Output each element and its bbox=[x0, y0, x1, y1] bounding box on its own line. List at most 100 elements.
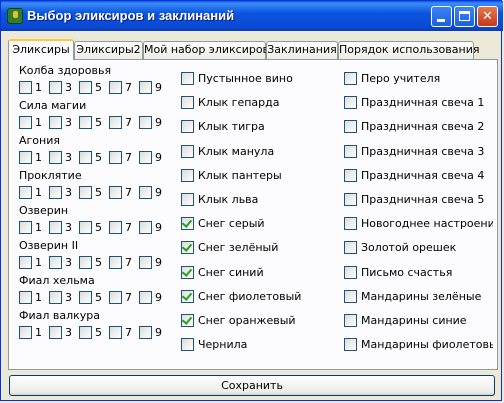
dose-checkbox-label: 1 bbox=[35, 116, 42, 129]
dose-checkbox[interactable] bbox=[109, 151, 122, 164]
dose-checkbox[interactable] bbox=[139, 81, 152, 94]
dose-checkbox[interactable] bbox=[79, 256, 92, 269]
item-checkbox[interactable] bbox=[181, 72, 194, 85]
item-checkbox[interactable] bbox=[344, 241, 357, 255]
tab-elixirs2[interactable]: Эликсиры2 bbox=[74, 41, 143, 59]
item-checkbox[interactable] bbox=[344, 168, 357, 182]
tab-my-elixir-set[interactable]: Мой набор эликсиров bbox=[143, 41, 269, 59]
dose-checkbox-label: 3 bbox=[65, 81, 72, 94]
dose-checkbox[interactable] bbox=[109, 291, 122, 304]
dose-checkbox-label: 7 bbox=[125, 186, 132, 199]
dose-checkbox-label: 9 bbox=[155, 81, 162, 94]
item-checkbox-label: Снег синий bbox=[198, 265, 264, 279]
dose-checkbox[interactable] bbox=[109, 116, 122, 129]
dose-checkbox-label: 3 bbox=[65, 291, 72, 304]
dose-checkbox[interactable] bbox=[49, 221, 62, 234]
tab-elixirs[interactable]: Эликсиры bbox=[8, 39, 74, 60]
close-icon: ✕ bbox=[482, 9, 493, 24]
title-bar[interactable]: Выбор эликсиров и заклинаний ✕ bbox=[1, 1, 503, 31]
item-checkbox[interactable] bbox=[181, 144, 194, 158]
dose-checkbox[interactable] bbox=[79, 186, 92, 199]
item-checkbox[interactable] bbox=[344, 144, 357, 158]
dose-checkbox[interactable] bbox=[49, 291, 62, 304]
dose-checkbox[interactable] bbox=[139, 291, 152, 304]
item-checkbox[interactable] bbox=[344, 193, 357, 206]
item-checkbox[interactable] bbox=[181, 314, 194, 327]
item-checkbox[interactable] bbox=[181, 120, 194, 134]
dose-checkbox[interactable] bbox=[79, 151, 92, 164]
dose-checkbox[interactable] bbox=[139, 151, 152, 164]
dose-checkbox[interactable] bbox=[49, 151, 62, 164]
dose-checkbox[interactable] bbox=[109, 256, 122, 269]
item-checkbox[interactable] bbox=[344, 96, 357, 110]
item-checkbox-label: Золотой орешек bbox=[361, 241, 457, 255]
close-button[interactable]: ✕ bbox=[477, 6, 498, 27]
dose-checkbox-label: 3 bbox=[65, 326, 72, 339]
item-checkbox[interactable] bbox=[181, 217, 194, 231]
dose-checkbox[interactable] bbox=[139, 221, 152, 234]
item-checkbox[interactable] bbox=[181, 96, 194, 110]
dose-checkbox[interactable] bbox=[79, 291, 92, 304]
save-button[interactable]: Сохранить bbox=[9, 375, 495, 396]
dose-checkbox[interactable] bbox=[79, 81, 92, 94]
dose-checkbox-label: 7 bbox=[125, 291, 132, 304]
dose-checkbox[interactable] bbox=[109, 221, 122, 234]
minimize-button[interactable] bbox=[431, 6, 452, 27]
dose-checkbox-label: 7 bbox=[125, 221, 132, 234]
dose-checkbox[interactable] bbox=[19, 186, 32, 199]
dose-checkbox[interactable] bbox=[49, 186, 62, 199]
dose-checkbox-label: 1 bbox=[35, 151, 42, 164]
dose-checkbox[interactable] bbox=[19, 81, 32, 94]
tab-spells[interactable]: Заклинания bbox=[266, 41, 338, 59]
dose-checkbox[interactable] bbox=[139, 186, 152, 199]
elixir-group-label: Озверин II bbox=[19, 239, 79, 252]
item-checkbox[interactable] bbox=[344, 338, 357, 352]
item-checkbox[interactable] bbox=[181, 265, 194, 279]
item-checkbox[interactable] bbox=[181, 289, 194, 303]
item-checkbox-label: Новогоднее настроени bbox=[361, 217, 493, 231]
item-checkbox[interactable] bbox=[181, 338, 194, 352]
dose-checkbox-label: 5 bbox=[95, 116, 102, 129]
tab-usage-order[interactable]: Порядок использования bbox=[338, 41, 479, 59]
elixir-group-label: Сила магии bbox=[19, 99, 87, 112]
item-checkbox[interactable] bbox=[344, 72, 357, 85]
item-checkbox[interactable] bbox=[181, 193, 194, 206]
dose-checkbox[interactable] bbox=[109, 326, 122, 339]
dose-checkbox[interactable] bbox=[49, 326, 62, 339]
dose-checkbox[interactable] bbox=[79, 221, 92, 234]
maximize-button[interactable] bbox=[454, 6, 475, 27]
dose-checkbox[interactable] bbox=[139, 326, 152, 339]
dose-checkbox[interactable] bbox=[19, 326, 32, 339]
item-checkbox[interactable] bbox=[344, 265, 357, 279]
item-checkbox[interactable] bbox=[181, 241, 194, 255]
dose-checkbox-label: 3 bbox=[65, 256, 72, 269]
dose-checkbox-label: 1 bbox=[35, 256, 42, 269]
dose-checkbox[interactable] bbox=[19, 151, 32, 164]
dose-checkbox[interactable] bbox=[49, 116, 62, 129]
dose-checkbox[interactable] bbox=[109, 186, 122, 199]
dose-checkbox[interactable] bbox=[19, 221, 32, 234]
dose-checkbox-label: 5 bbox=[95, 326, 102, 339]
item-checkbox[interactable] bbox=[344, 120, 357, 134]
item-checkbox[interactable] bbox=[344, 289, 357, 303]
dose-checkbox[interactable] bbox=[19, 256, 32, 269]
dose-checkbox[interactable] bbox=[79, 116, 92, 129]
item-checkbox[interactable] bbox=[344, 217, 357, 231]
item-checkbox-label: Снег серый bbox=[198, 217, 265, 231]
dose-checkbox-label: 7 bbox=[125, 81, 132, 94]
dose-checkbox[interactable] bbox=[19, 116, 32, 129]
dose-checkbox[interactable] bbox=[139, 256, 152, 269]
dose-checkbox[interactable] bbox=[49, 256, 62, 269]
dose-checkbox[interactable] bbox=[19, 291, 32, 304]
dose-checkbox[interactable] bbox=[49, 81, 62, 94]
dose-checkbox-label: 9 bbox=[155, 186, 162, 199]
item-checkbox-label: Клык тигра bbox=[198, 120, 265, 134]
item-checkbox[interactable] bbox=[344, 314, 357, 327]
dose-checkbox-label: 5 bbox=[95, 81, 102, 94]
item-checkbox[interactable] bbox=[181, 168, 194, 182]
item-checkbox-label: Мандарины фиолетовы bbox=[361, 338, 493, 352]
dose-checkbox[interactable] bbox=[79, 326, 92, 339]
dose-checkbox[interactable] bbox=[139, 116, 152, 129]
item-checkbox-label: Клык манула bbox=[198, 144, 275, 158]
dose-checkbox[interactable] bbox=[109, 81, 122, 94]
